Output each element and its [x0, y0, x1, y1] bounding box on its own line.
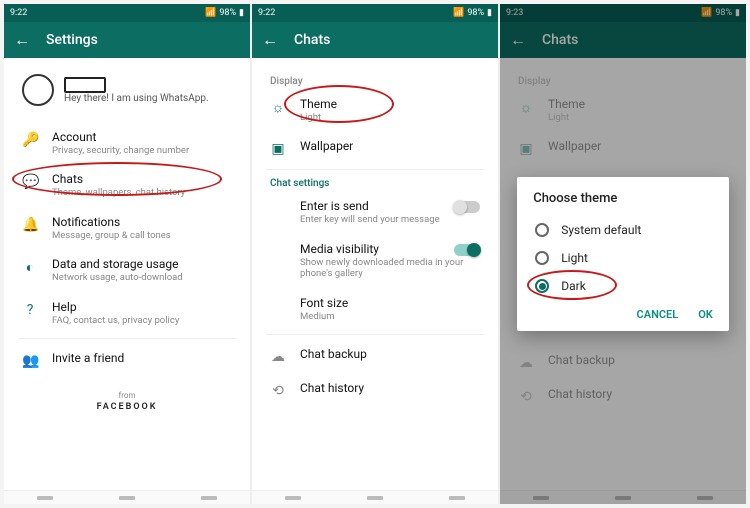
item-label: Enter is send: [300, 199, 440, 213]
clock: 9:22: [10, 8, 27, 18]
item-help[interactable]: ? Help FAQ, contact us, privacy policy: [18, 292, 236, 334]
toggle-media-visibility[interactable]: [454, 244, 480, 256]
battery-icon: ▮: [239, 8, 244, 18]
android-nav-bar: [252, 490, 498, 504]
item-label: Notifications: [52, 215, 171, 229]
item-label: Font size: [300, 296, 348, 310]
item-sub: Medium: [300, 311, 348, 322]
radio-icon: [535, 279, 549, 293]
status-bar: 9:22 📶 98% ▮: [252, 4, 498, 22]
android-nav-bar: [4, 490, 250, 504]
item-label: Media visibility: [300, 242, 480, 256]
item-sub: Show newly downloaded media in your phon…: [300, 257, 480, 280]
cloud-icon: ☁: [270, 349, 286, 365]
footer-from: from: [18, 391, 236, 400]
help-icon: ?: [22, 302, 38, 318]
phone-theme-dialog: 9:23 📶 98% ▮ ← Chats Display ☼ Theme Lig…: [500, 4, 746, 504]
signal-icon: 📶: [205, 8, 216, 18]
item-enter-send[interactable]: Enter is send Enter key will send your m…: [266, 191, 484, 233]
bell-icon: 🔔: [22, 217, 38, 233]
app-bar: ← Settings: [4, 22, 250, 58]
profile-row[interactable]: Hey there! I am using WhatsApp.: [22, 74, 236, 106]
item-label: Chat history: [300, 381, 364, 395]
radio-icon: [535, 223, 549, 237]
key-icon: 🔑: [22, 132, 38, 148]
divider: [266, 169, 484, 170]
page-title: Settings: [46, 32, 98, 48]
clock: 9:22: [258, 8, 275, 18]
radio-label: Dark: [561, 279, 586, 293]
section-display: Display: [270, 76, 484, 87]
item-invite[interactable]: 👥 Invite a friend: [18, 343, 236, 377]
ok-button[interactable]: OK: [698, 308, 713, 321]
signal-icon: 📶: [453, 8, 464, 18]
back-icon[interactable]: ←: [262, 30, 278, 50]
wallpaper-icon: ▣: [270, 141, 286, 157]
radio-system-default[interactable]: System default: [533, 216, 713, 244]
profile-status: Hey there! I am using WhatsApp.: [64, 93, 209, 104]
page-title: Chats: [294, 32, 330, 48]
item-sub: Message, group & call tones: [52, 230, 171, 241]
radio-icon: [535, 251, 549, 265]
item-label: Data and storage usage: [52, 257, 183, 271]
history-icon: ⟲: [270, 383, 286, 399]
item-label: Invite a friend: [52, 351, 124, 365]
dialog-title: Choose theme: [533, 191, 713, 206]
data-icon: ◐: [22, 259, 38, 276]
item-label: Chats: [52, 172, 185, 186]
avatar: [22, 74, 54, 106]
battery-pct: 98%: [219, 8, 236, 18]
item-chat-backup[interactable]: ☁ Chat backup: [266, 339, 484, 373]
section-chat-settings: Chat settings: [270, 178, 484, 189]
item-media-visibility[interactable]: Media visibility Show newly downloaded m…: [266, 234, 484, 288]
item-sub: Enter key will send your message: [300, 214, 440, 225]
radio-label: System default: [561, 223, 641, 237]
profile-name-redacted: [64, 77, 106, 93]
item-sub: Light: [300, 112, 337, 123]
item-label: Help: [52, 300, 179, 314]
battery-icon: ▮: [487, 8, 492, 18]
item-label: Wallpaper: [300, 139, 353, 153]
cancel-button[interactable]: CANCEL: [637, 308, 679, 321]
radio-light[interactable]: Light: [533, 244, 713, 272]
radio-dark[interactable]: Dark: [533, 272, 713, 300]
toggle-enter-send[interactable]: [454, 201, 480, 213]
footer-brand: FACEBOOK: [18, 402, 236, 412]
theme-dialog: Choose theme System default Light Dark C…: [517, 177, 729, 331]
divider: [18, 338, 236, 339]
item-label: Account: [52, 130, 189, 144]
item-sub: Network usage, auto-download: [52, 272, 183, 283]
item-label: Chat backup: [300, 347, 367, 361]
status-bar: 9:22 📶 98% ▮: [4, 4, 250, 22]
phone-settings: 9:22 📶 98% ▮ ← Settings Hey there! I am …: [4, 4, 250, 504]
chat-icon: 💬: [22, 174, 38, 190]
item-chat-history[interactable]: ⟲ Chat history: [266, 373, 484, 407]
item-notifications[interactable]: 🔔 Notifications Message, group & call to…: [18, 207, 236, 249]
item-chats[interactable]: 💬 Chats Theme, wallpapers, chat history: [18, 164, 236, 206]
footer: from FACEBOOK: [18, 391, 236, 412]
item-account[interactable]: 🔑 Account Privacy, security, change numb…: [18, 122, 236, 164]
item-sub: Privacy, security, change number: [52, 145, 189, 156]
radio-label: Light: [561, 251, 588, 265]
people-icon: 👥: [22, 353, 38, 369]
app-bar: ← Chats: [252, 22, 498, 58]
phone-chats: 9:22 📶 98% ▮ ← Chats Display ☼ Theme Lig…: [252, 4, 498, 504]
item-data-usage[interactable]: ◐ Data and storage usage Network usage, …: [18, 249, 236, 291]
item-sub: Theme, wallpapers, chat history: [52, 187, 185, 198]
item-font-size[interactable]: Font size Medium: [266, 288, 484, 330]
brightness-icon: ☼: [270, 99, 286, 116]
item-sub: FAQ, contact us, privacy policy: [52, 315, 179, 326]
modal-overlay[interactable]: Choose theme System default Light Dark C…: [500, 4, 746, 504]
divider: [266, 334, 484, 335]
battery-pct: 98%: [467, 8, 484, 18]
three-screenshot-row: 9:22 📶 98% ▮ ← Settings Hey there! I am …: [4, 4, 746, 504]
item-wallpaper[interactable]: ▣ Wallpaper: [266, 131, 484, 165]
item-label: Theme: [300, 97, 337, 111]
item-theme[interactable]: ☼ Theme Light: [266, 89, 484, 131]
back-icon[interactable]: ←: [14, 30, 30, 50]
